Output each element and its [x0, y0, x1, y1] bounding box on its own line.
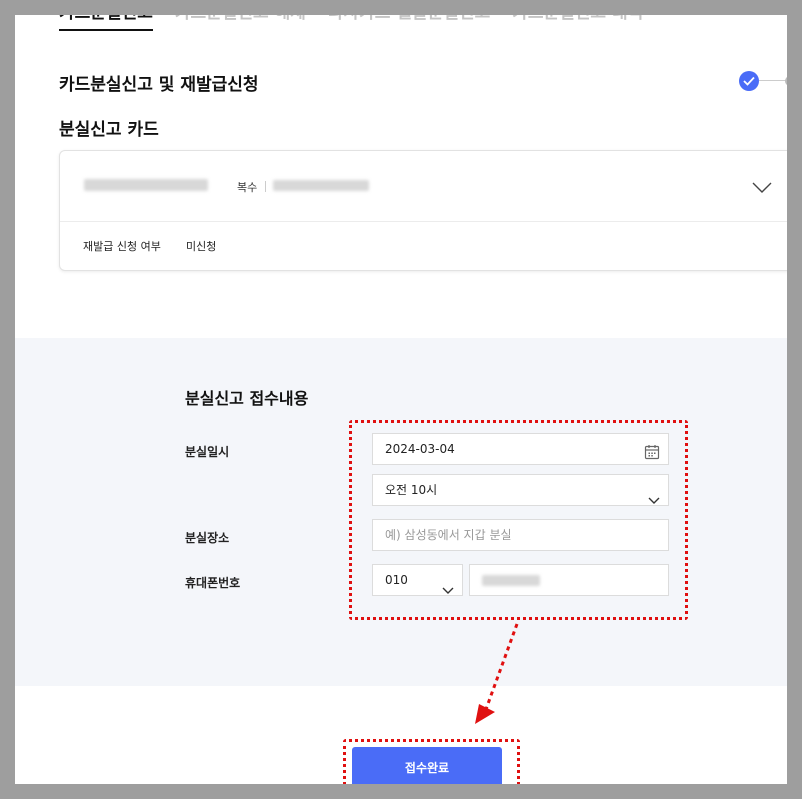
- form-title: 분실신고 접수내용: [185, 389, 309, 408]
- step-title: 카드분실신고 및 재발급신청: [59, 75, 259, 95]
- reissue-status-label: 재발급 신청 여부: [83, 240, 161, 253]
- page-frame: 카드분실신고 카드분실신고 해제 타사카드 일괄분실신고 카드분실신고 내역 카…: [15, 15, 787, 784]
- loss-place-label: 분실장소: [185, 531, 230, 545]
- reissue-status-value: 미신청: [186, 240, 217, 253]
- card-summary[interactable]: 복수: [60, 151, 787, 222]
- card-name-redacted: [84, 179, 208, 191]
- step-connector: [759, 80, 787, 81]
- card-multi-label: 복수: [237, 181, 258, 194]
- step-complete-icon: [739, 71, 759, 91]
- tab-other-card-bulk-report[interactable]: 타사카드 일괄분실신고: [328, 15, 490, 31]
- tab-card-loss-report[interactable]: 카드분실신고: [59, 15, 153, 31]
- loss-datetime-label: 분실일시: [185, 445, 230, 459]
- lost-card-panel[interactable]: 복수 재발급 신청 여부 미신청: [59, 150, 787, 271]
- step-next-dot: [785, 76, 787, 86]
- card-number-redacted: [273, 180, 369, 191]
- tab-card-loss-history[interactable]: 카드분실신고 내역: [512, 15, 643, 31]
- divider: [265, 181, 266, 192]
- tab-bar: 카드분실신고 카드분실신고 해제 타사카드 일괄분실신고 카드분실신고 내역: [59, 15, 643, 39]
- submit-button[interactable]: 접수완료: [352, 747, 502, 784]
- tab-card-loss-release[interactable]: 카드분실신고 해제: [175, 15, 306, 31]
- form-highlight-box: [349, 420, 688, 620]
- section-title: 분실신고 카드: [59, 120, 159, 140]
- dotted-arrow-icon: [475, 623, 519, 724]
- phone-label: 휴대폰번호: [185, 576, 241, 590]
- progress-stepper: [739, 69, 787, 91]
- chevron-down-icon[interactable]: [752, 179, 772, 198]
